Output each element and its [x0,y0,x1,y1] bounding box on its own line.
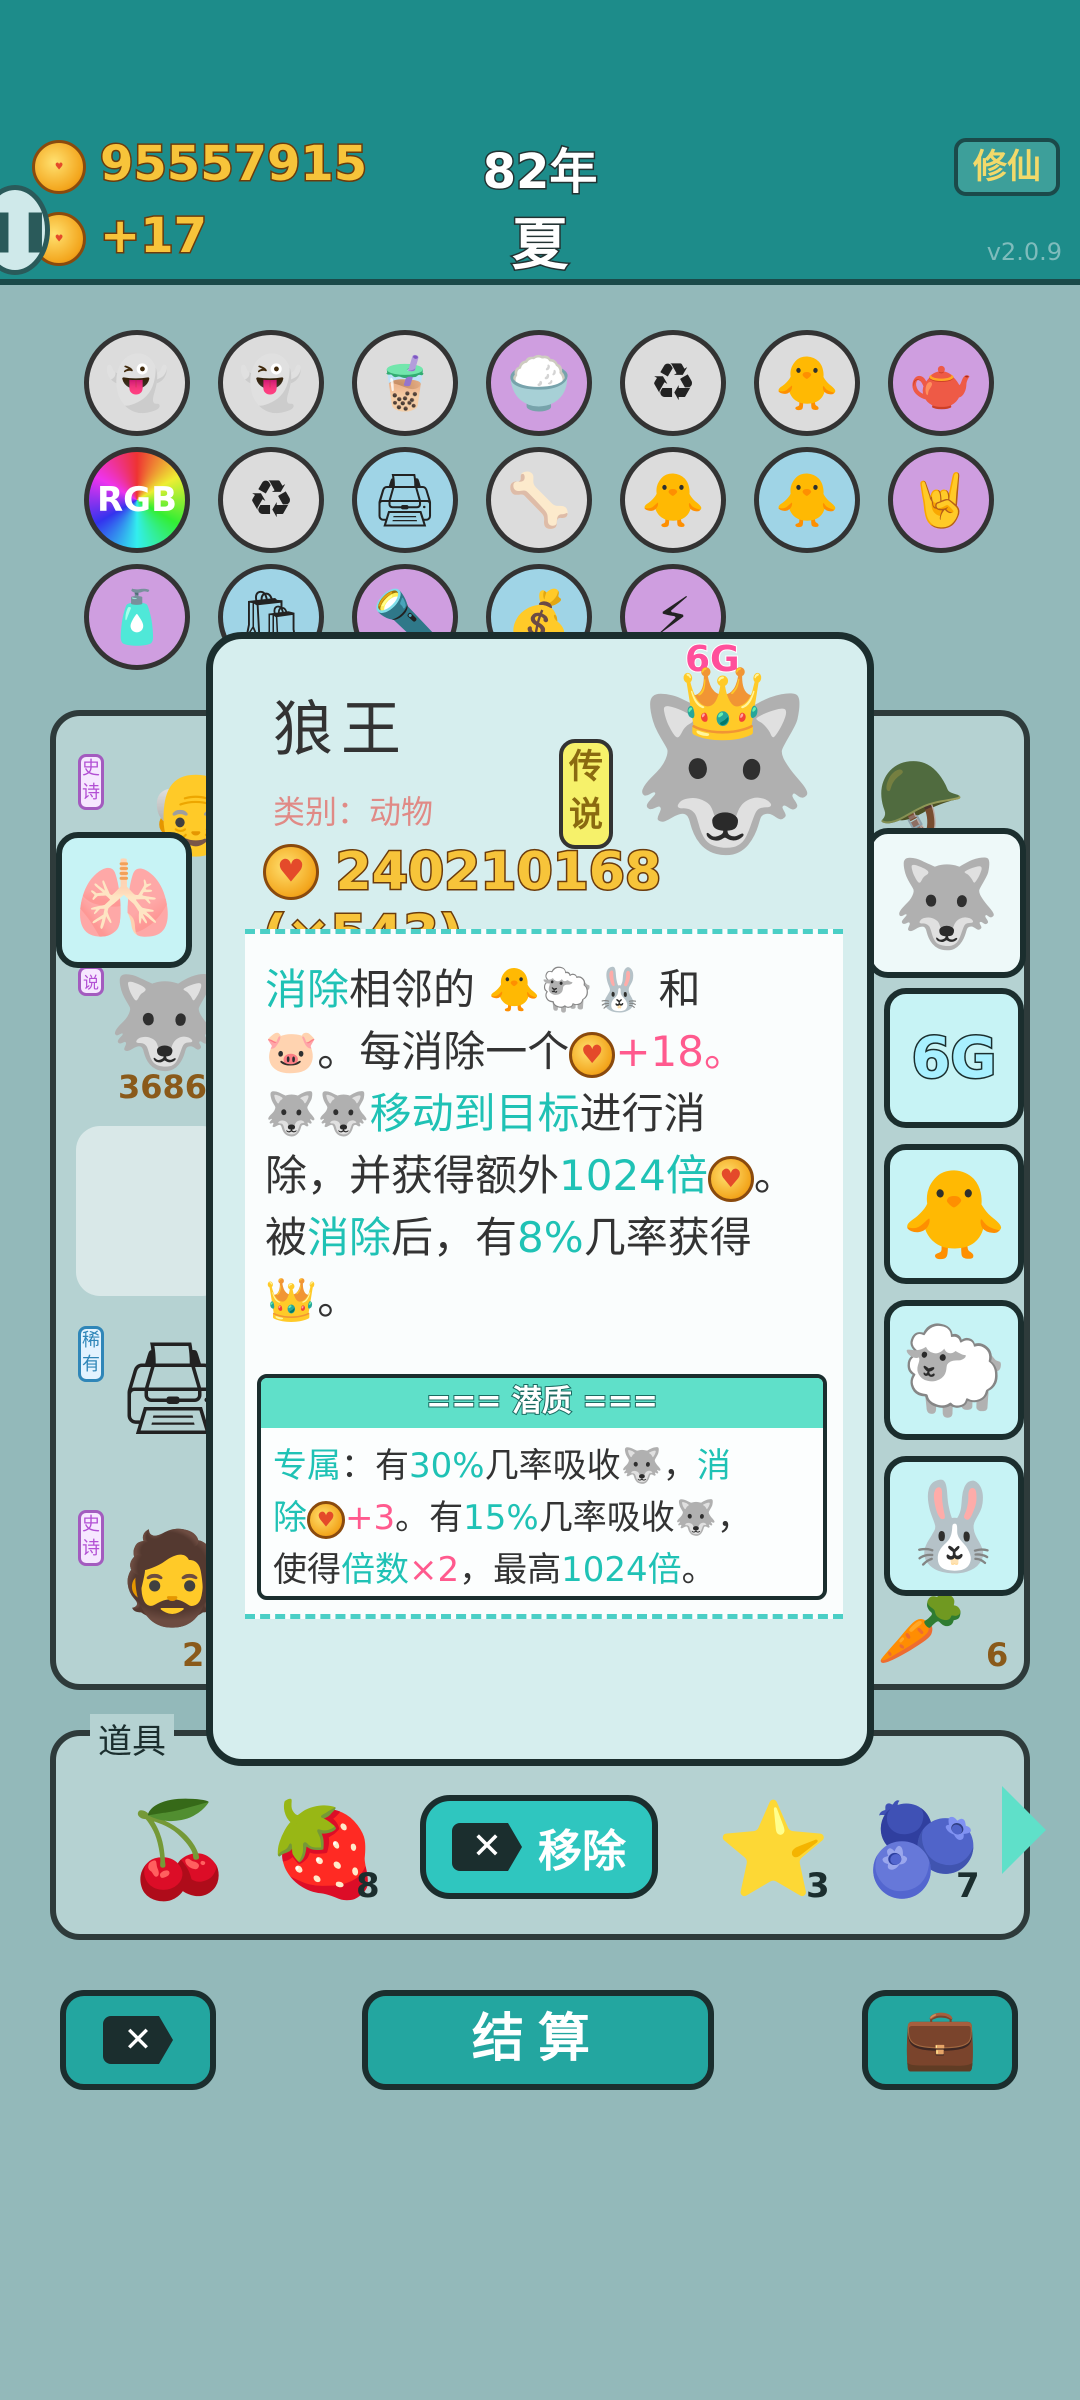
bag-button[interactable]: 💼 [862,1990,1018,2090]
coin-total: 95557915 [98,135,368,194]
bubble-tea-icon[interactable]: 🧋 [352,330,458,436]
rabbit-icon: 🐰 [900,1476,1008,1577]
rarity-tag: 稀有 [78,1326,104,1382]
husky-king-icon: 🐺 [265,1089,318,1138]
side-card-6g[interactable]: 6G [884,988,1024,1128]
liver-icon: 🫁 [74,853,174,946]
remove-label: 移除 [538,1826,626,1877]
rock-hand-icon[interactable]: 🤘 [888,447,994,553]
sheep-icon: 🐑 [540,965,593,1014]
tool-count: 8 [356,1866,380,1906]
desc-line: 被消除后，有8%几率获得 [265,1213,752,1262]
side-card-rabbit[interactable]: 🐰 [884,1456,1024,1596]
coin-income: +17 [98,207,208,266]
lychee-icon[interactable]: 🍒 [122,1796,237,1904]
potential-box: === 潜质 === 专属：有30%几率吸收🐺，消 除+3。有15%几率吸收🐺，… [257,1374,827,1600]
rice-bowl-icon[interactable]: 🍚 [486,330,592,436]
rabbit-icon: 🐰 [592,965,646,1014]
side-card-chick[interactable]: 🐥 [884,1144,1024,1284]
husky-token: 🐺 [108,970,221,1075]
crown-icon: 👑 [679,662,767,744]
printer-icon[interactable]: 🖨 [352,447,458,553]
recycle-icon[interactable]: ♻ [218,447,324,553]
side-card-sheep[interactable]: 🐑 [884,1300,1024,1440]
item-category: 类别：动物 [273,793,434,831]
husky-icon: 🐺 [620,1446,663,1486]
sheep-icon: 🐑 [900,1320,1008,1421]
top-bar: 95557915 +17 82年 夏 修仙 v2.0.9 [0,0,1080,285]
item-description: 消除相邻的 🐥🐑🐰 和 🐷。每消除一个+18。 🐺🐺移动到目标进行消 除，并获得… [245,929,843,1619]
coin-icon [263,844,319,900]
item-detail-modal: 狼王 类别：动物 传说 6G 🐺👑 240210168 (×543) 消除相邻的… [206,632,874,1766]
potential-title: === 潜质 === [261,1378,823,1428]
pause-icon: ❚❚ [0,207,53,253]
chick-icon: 🐥 [488,965,541,1014]
rgb-icon[interactable]: RGB [84,447,190,553]
husky-king-icon: 🐺 [892,853,1000,954]
potential-line: 专属：有30%几率吸收🐺，消 [273,1446,731,1486]
husky-icon: 🐺 [317,1089,370,1138]
delete-button[interactable]: ✕ [60,1990,216,2090]
ghost-icon[interactable]: 👻 [84,330,190,436]
coin-icon [32,140,86,194]
gravy-boat-icon[interactable]: 🫖 [888,330,994,436]
pig-icon: 🐷 [265,1027,318,1076]
settle-button[interactable]: 结算 [362,1990,714,2090]
rarity-badge: 传说 [559,739,613,849]
coin-icon [307,1500,345,1539]
chick-egg-icon[interactable]: 🐥 [620,447,726,553]
version-label: v2.0.9 [986,238,1062,266]
side-card-husky[interactable]: 🐺 [866,828,1026,978]
remove-button[interactable]: ✕ 移除 [420,1795,658,1899]
potential-line: 使得倍数×2，最高1024倍。 [273,1550,716,1590]
potential-line: 除+3。有15%几率吸收🐺， [273,1490,751,1539]
crown-icon: 👑 [265,1275,318,1324]
next-arrow-icon[interactable] [1002,1786,1046,1874]
tool-count: 7 [956,1866,980,1906]
desc-line: 👑。 [265,1275,360,1324]
side-gen-label: 6G [910,1024,998,1092]
board-count: 2 [182,1636,205,1674]
chick-egg-icon[interactable]: 🐥 [754,330,860,436]
close-icon: ✕ [452,1823,522,1871]
chick-egg-icon[interactable]: 🐥 [754,447,860,553]
board-count: 6 [986,1636,1009,1674]
year-label: 82年 [481,143,599,202]
tools-label: 道具 [90,1714,174,1763]
item-name: 狼王 [273,695,409,765]
chick-icon: 🐥 [900,1164,1008,1265]
briefcase-icon: 💼 [902,2004,978,2074]
coin-icon [707,1155,754,1202]
delete-icon: ✕ [103,2016,173,2064]
rarity-tag: 史诗 [78,1510,104,1566]
liver-tab[interactable]: 🫁 [56,832,192,968]
desc-line: 除，并获得额外1024倍。 [265,1142,796,1203]
carrot-token: 🥕 [876,1586,966,1670]
desc-line: 消除相邻的 🐥🐑🐰 和 [265,965,701,1014]
xiuxian-button[interactable]: 修仙 [954,138,1060,196]
recycle-icon[interactable]: ♻ [620,330,726,436]
husky-king-icon: 🐺 [674,1498,718,1538]
season-label: 夏 [511,212,570,280]
ghost-icon[interactable]: 👻 [218,330,324,436]
desc-line: 🐷。每消除一个+18。 [265,1018,746,1079]
board-slot[interactable] [76,1126,226,1296]
coin-icon [569,1031,616,1078]
spray-bottle-icon[interactable]: 🧴 [84,564,190,670]
desc-line: 🐺🐺移动到目标进行消 [265,1089,706,1138]
tool-count: 3 [806,1866,830,1906]
dog-food-icon[interactable]: 🦴 [486,447,592,553]
rarity-tag: 说 [78,966,104,996]
rarity-tag: 史诗 [78,754,104,810]
